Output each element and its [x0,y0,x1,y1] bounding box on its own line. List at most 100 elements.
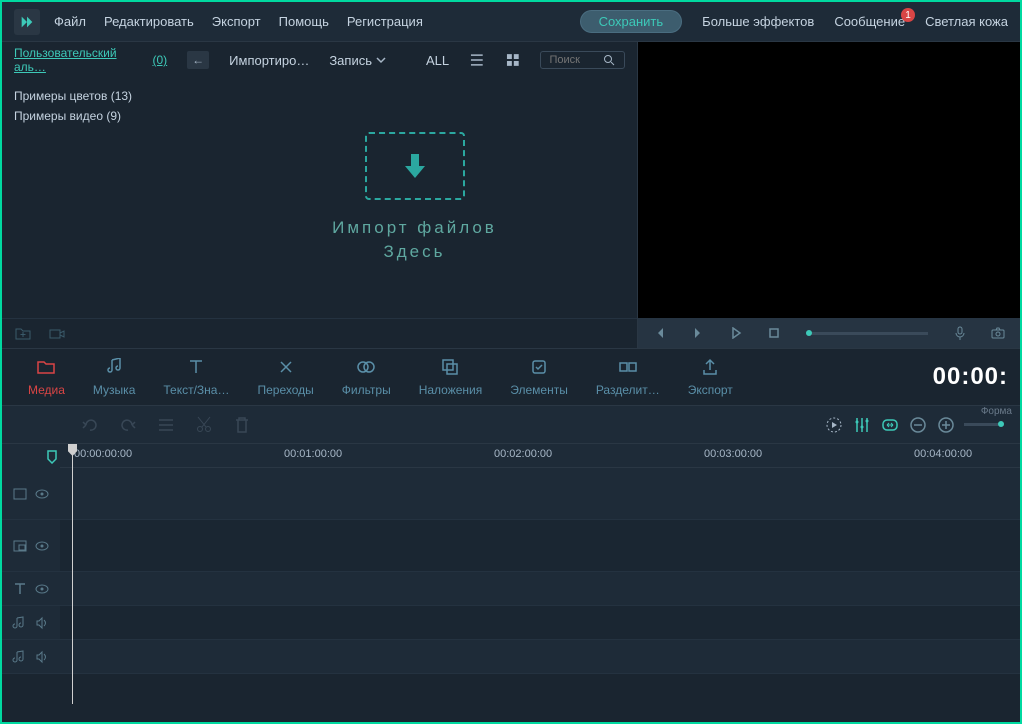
marker-icon[interactable] [46,450,58,464]
camera-icon[interactable] [48,325,66,343]
track-body[interactable] [60,468,1020,519]
menu-register[interactable]: Регистрация [347,14,423,29]
music-icon [106,358,122,376]
eye-icon[interactable] [34,581,50,597]
import-dropzone[interactable]: Импорт файлов Здесь [192,78,637,318]
speaker-icon[interactable] [34,615,50,631]
eye-icon[interactable] [34,538,50,554]
album-count: (0) [152,53,167,67]
menu-edit[interactable]: Редактировать [104,14,194,29]
filmora-icon [19,14,35,30]
download-arrow-icon [397,148,433,184]
tab-elements[interactable]: Элементы [496,357,582,397]
tab-elements-label: Элементы [510,383,568,397]
media-body: Примеры цветов (13) Примеры видео (9) Им… [2,78,637,318]
ruler-t0: 00:00:00:00 [74,448,132,460]
new-folder-icon[interactable] [14,325,32,343]
tab-export[interactable]: Экспорт [674,357,747,397]
zoom-in-button[interactable] [936,415,956,435]
tab-overlays[interactable]: Наложения [405,357,497,397]
track-body[interactable] [60,640,1020,673]
track-header [2,538,60,554]
timeline-ruler[interactable]: 00:00:00:00 00:01:00:00 00:02:00:00 00:0… [60,444,1020,468]
mixer-button[interactable] [852,415,872,435]
tab-filters[interactable]: Фильтры [328,357,405,397]
zoom-out-button[interactable] [908,415,928,435]
tab-split[interactable]: Разделит… [582,357,674,397]
album-selector[interactable]: Пользовательский аль… (0) [14,46,167,74]
track-header [2,615,60,631]
preview-video [638,42,1020,318]
mic-button[interactable] [946,319,974,347]
list-view-icon[interactable] [469,52,485,68]
timeline-right-tools [824,415,1004,435]
track-body[interactable] [60,572,1020,605]
pip-track [2,520,1020,572]
menu-help[interactable]: Помощь [279,14,329,29]
track-header [2,486,60,502]
preview-panel [638,42,1020,348]
overlays-icon [441,358,459,376]
track-body[interactable] [60,520,1020,571]
ruler-t2: 00:02:00:00 [494,448,552,460]
undo-button[interactable] [80,415,100,435]
tab-media[interactable]: Медиа [14,357,79,397]
search-icon[interactable] [603,54,615,66]
audio-track-icon [12,649,28,665]
volume-slider[interactable] [806,332,928,335]
render-button[interactable] [824,415,844,435]
delete-button[interactable] [232,415,252,435]
audio-track-2 [2,640,1020,674]
snapshot-button[interactable] [984,319,1012,347]
record-link[interactable]: Запись [329,53,386,68]
speaker-icon[interactable] [34,649,50,665]
search-input[interactable] [549,54,603,66]
play-button[interactable] [722,319,750,347]
menu-file[interactable]: Файл [54,14,86,29]
sidebar-item-videos[interactable]: Примеры видео (9) [14,106,180,126]
audio-track-icon [12,615,28,631]
zoom-slider[interactable] [964,423,1004,426]
tab-text[interactable]: Текст/Зна… [149,357,243,397]
text-icon [187,358,205,376]
fit-button[interactable] [880,415,900,435]
tab-transitions-label: Переходы [257,383,313,397]
track-body[interactable] [60,606,1020,639]
menu-items: Файл Редактировать Экспорт Помощь Регист… [54,14,580,29]
more-effects-link[interactable]: Больше эффектов [702,14,814,29]
next-frame-button[interactable] [684,319,712,347]
timeline: 00:00:00:00 00:01:00:00 00:02:00:00 00:0… [2,444,1020,674]
message-link[interactable]: Сообщение 1 [834,14,905,29]
timecode-display: 00:00: [933,363,1008,391]
sidebar-item-colors[interactable]: Примеры цветов (13) [14,86,180,106]
save-button[interactable]: Сохранить [580,10,683,33]
menu-export[interactable]: Экспорт [212,14,261,29]
stop-button[interactable] [760,319,788,347]
tab-filters-label: Фильтры [342,383,391,397]
edit-button[interactable] [156,415,176,435]
timeline-toolbar [2,406,1020,444]
eye-icon[interactable] [34,486,50,502]
cut-button[interactable] [194,415,214,435]
tab-music[interactable]: Музыка [79,357,149,397]
audio-track-1 [2,606,1020,640]
media-topbar: Пользовательский аль… (0) ← Импортиро… З… [2,42,637,78]
chevron-down-icon [376,55,386,65]
back-arrow-button[interactable]: ← [187,51,209,69]
content-area: Пользовательский аль… (0) ← Импортиро… З… [2,42,1020,348]
tab-transitions[interactable]: Переходы [243,357,327,397]
playhead[interactable] [72,444,73,704]
light-skin-link[interactable]: Светлая кожа [925,14,1008,29]
record-label: Запись [329,53,372,68]
drop-line2: Здесь [332,240,497,264]
search-box [540,51,625,69]
grid-view-icon[interactable] [505,52,521,68]
tab-export-label: Экспорт [688,383,733,397]
drop-line1: Импорт файлов [332,216,497,240]
tab-music-label: Музыка [93,383,135,397]
track-header [2,649,60,665]
prev-frame-button[interactable] [646,319,674,347]
redo-button[interactable] [118,415,138,435]
folder-icon [36,359,56,375]
import-link[interactable]: Импортиро… [229,53,309,68]
